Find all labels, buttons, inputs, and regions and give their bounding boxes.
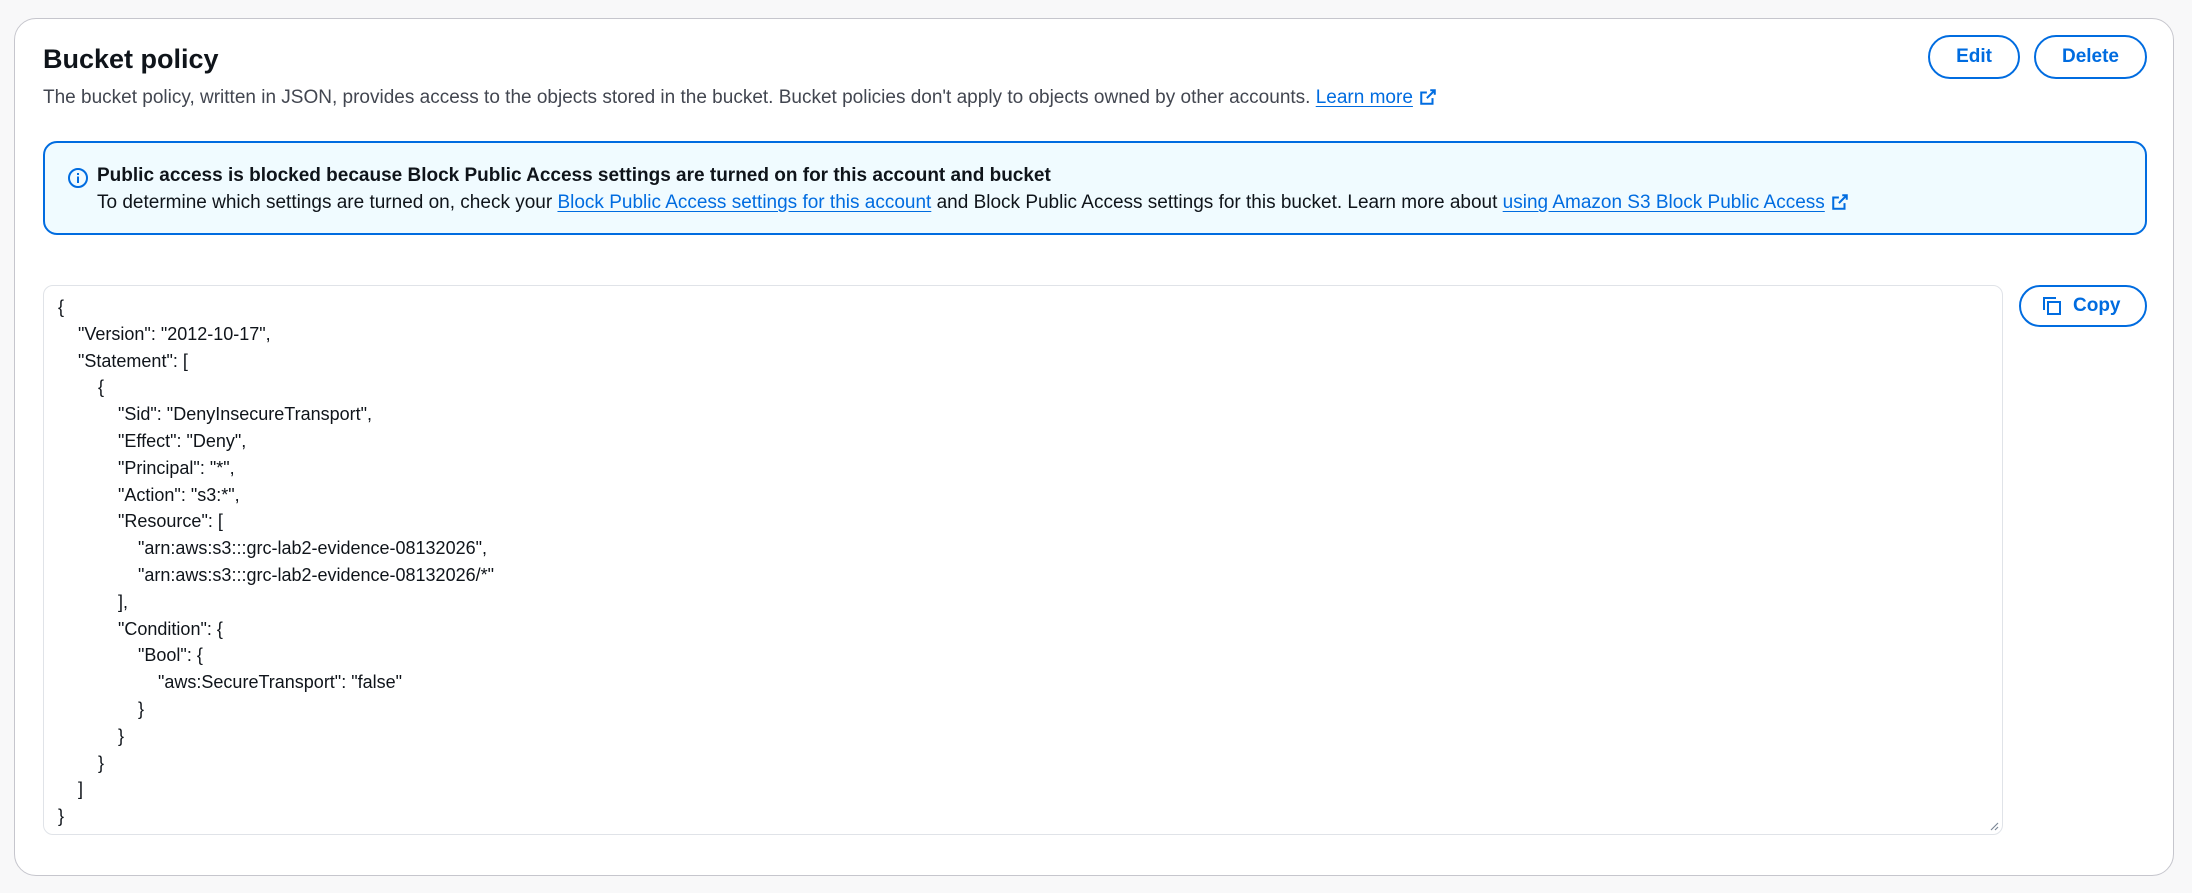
bucket-policy-panel: Bucket policy The bucket policy, written…	[14, 18, 2174, 876]
learn-more-link[interactable]: Learn more	[1316, 87, 1437, 108]
block-public-access-account-link[interactable]: Block Public Access settings for this ac…	[557, 192, 931, 213]
copy-button[interactable]: Copy	[2019, 285, 2147, 327]
panel-header: Bucket policy The bucket policy, written…	[43, 41, 2145, 111]
external-link-icon	[1420, 89, 1436, 105]
edit-button[interactable]: Edit	[1928, 35, 2020, 79]
panel-description: The bucket policy, written in JSON, prov…	[43, 85, 2145, 111]
s3-block-public-access-link[interactable]: using Amazon S3 Block Public Access	[1503, 192, 1849, 213]
policy-json-viewer[interactable]: { "Version": "2012-10-17", "Statement": …	[43, 285, 2003, 835]
info-alert: Public access is blocked because Block P…	[43, 141, 2147, 235]
description-text: The bucket policy, written in JSON, prov…	[43, 87, 1311, 108]
info-icon	[68, 168, 88, 188]
alert-body: To determine which settings are turned o…	[97, 189, 2121, 217]
copy-icon	[2043, 297, 2061, 315]
policy-json-text: { "Version": "2012-10-17", "Statement": …	[58, 297, 494, 827]
alert-title: Public access is blocked because Block P…	[97, 165, 1051, 186]
copy-wrap: Copy	[2019, 285, 2147, 327]
external-link-icon	[1832, 194, 1848, 210]
panel-title: Bucket policy	[43, 44, 219, 74]
copy-label: Copy	[2073, 295, 2121, 316]
delete-button[interactable]: Delete	[2033, 35, 2147, 79]
alert-body-middle: and Block Public Access settings for thi…	[936, 192, 1498, 213]
resize-handle-icon[interactable]	[1987, 819, 1999, 831]
alert-body-prefix: To determine which settings are turned o…	[97, 192, 553, 213]
panel-actions: Edit Delete	[1928, 35, 2147, 79]
